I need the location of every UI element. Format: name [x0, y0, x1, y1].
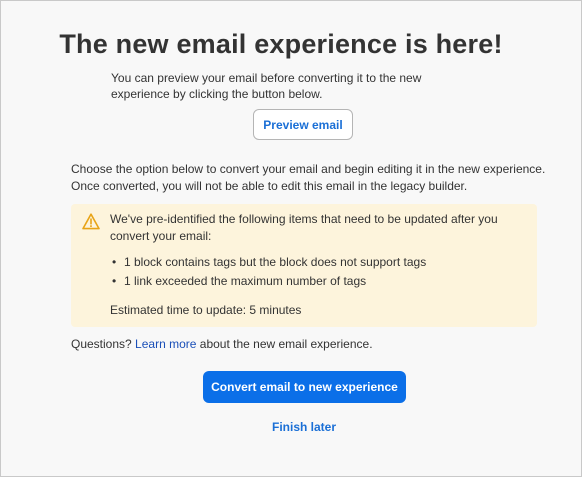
warning-panel: We've pre-identified the following items…	[71, 204, 537, 327]
finish-later-link[interactable]: Finish later	[1, 420, 582, 434]
questions-line: Questions? Learn more about the new emai…	[71, 336, 373, 353]
learn-more-link[interactable]: Learn more	[135, 337, 196, 351]
estimated-time-text: Estimated time to update: 5 minutes	[110, 303, 302, 317]
convert-instructions-text: Choose the option below to convert your …	[71, 162, 546, 193]
dialog-title: The new email experience is here!	[59, 29, 503, 59]
warning-item: 1 block contains tags but the block does…	[110, 254, 510, 271]
convert-email-button[interactable]: Convert email to new experience	[203, 371, 406, 403]
warning-text: We've pre-identified the following items…	[110, 212, 498, 243]
convert-email-dialog: The new email experience is here! You ca…	[0, 0, 582, 477]
intro-text: You can preview your email before conver…	[111, 71, 422, 101]
warning-triangle-icon	[82, 213, 100, 230]
questions-suffix: about the new email experience.	[199, 337, 373, 351]
preview-email-button[interactable]: Preview email	[253, 109, 353, 140]
questions-prefix: Questions?	[71, 337, 132, 351]
warning-item: 1 link exceeded the maximum number of ta…	[110, 273, 510, 290]
